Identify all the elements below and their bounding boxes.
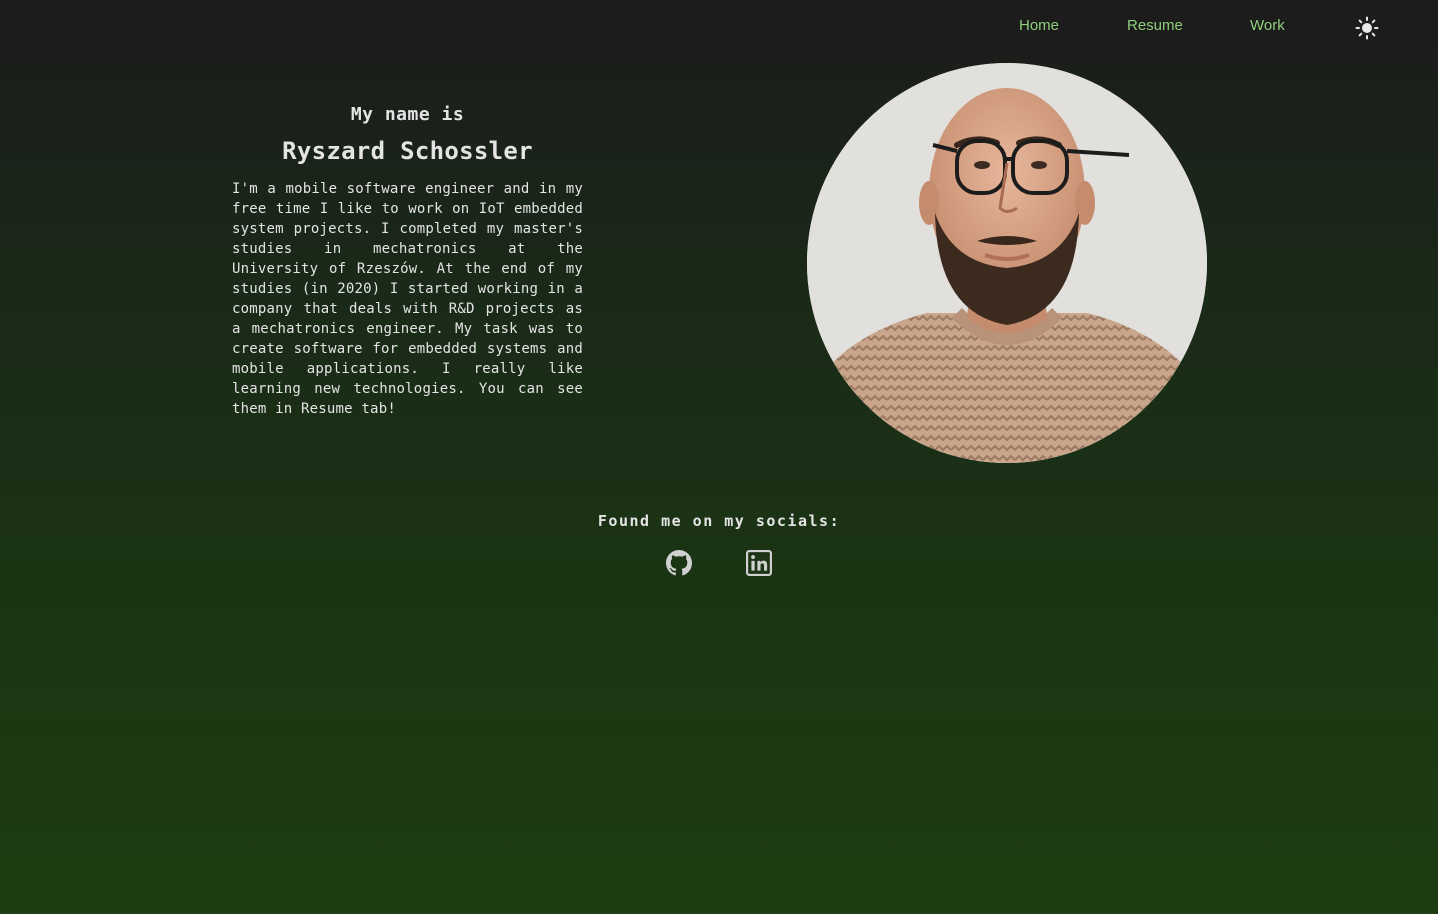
linkedin-link[interactable] (746, 550, 772, 576)
intro-section: My name is Ryszard Schossler I'm a mobil… (232, 104, 583, 419)
nav-link-resume[interactable]: Resume (1127, 17, 1183, 34)
page-title: Ryszard Schossler (282, 137, 533, 165)
socials-title: Found me on my socials: (597, 512, 841, 530)
linkedin-icon (746, 550, 772, 576)
github-link[interactable] (666, 550, 692, 576)
bio-text: I'm a mobile software engineer and in my… (232, 181, 583, 417)
theme-toggle-button[interactable] (1354, 15, 1380, 41)
sun-icon (1355, 16, 1379, 40)
github-icon (666, 550, 692, 576)
profile-photo (807, 63, 1207, 463)
nav-link-home[interactable]: Home (1019, 17, 1059, 34)
top-navigation: Home Resume Work (0, 0, 1438, 54)
social-icons (0, 550, 1438, 576)
nav-link-work[interactable]: Work (1250, 17, 1285, 34)
socials-section: Found me on my socials: (0, 512, 1438, 576)
intro-kicker: My name is (350, 104, 465, 125)
